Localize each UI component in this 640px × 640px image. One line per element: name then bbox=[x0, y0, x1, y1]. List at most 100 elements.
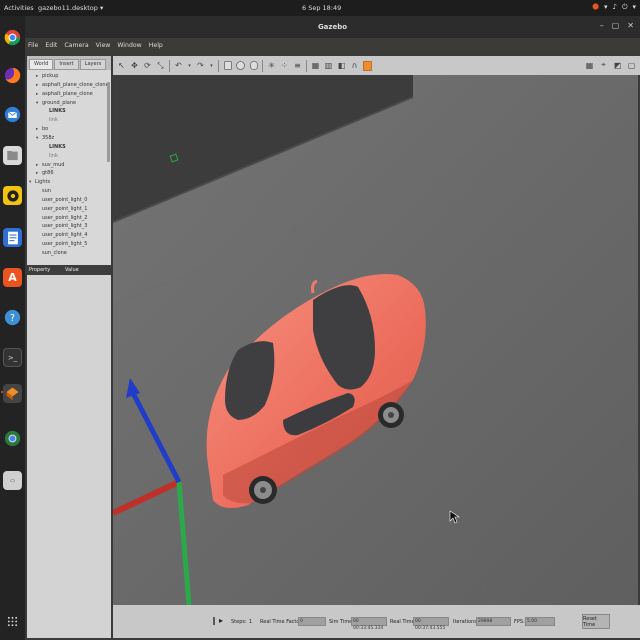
chrome-icon-2[interactable] bbox=[3, 429, 22, 448]
thunderbird-icon[interactable] bbox=[3, 105, 22, 124]
tree-item[interactable]: LINKS bbox=[43, 107, 66, 115]
world-tree[interactable]: ▸ pickup ▸ asphalt_plane_clone_clone ▸ asphal… bbox=[27, 70, 111, 265]
menu-view[interactable]: View bbox=[96, 42, 111, 49]
tree-item[interactable]: ▸ asphalt_plane_clone bbox=[36, 90, 93, 98]
menu-bar: File Edit Camera View Window Help bbox=[25, 38, 640, 52]
plot-icon[interactable]: ◩ bbox=[613, 60, 622, 70]
tree-item[interactable]: link bbox=[43, 152, 58, 160]
tree-item[interactable]: user_point_light_1 bbox=[36, 205, 87, 213]
tray-icon-3[interactable]: ⏻ bbox=[622, 3, 628, 12]
clock[interactable]: 6 Sep 18:49 bbox=[302, 4, 341, 12]
tree-item[interactable]: ▸ bo bbox=[36, 125, 48, 133]
menu-help[interactable]: Help bbox=[149, 42, 163, 49]
change-view-icon[interactable] bbox=[363, 60, 372, 71]
cylinder-shape-icon[interactable] bbox=[249, 61, 258, 71]
close-button[interactable]: ✕ bbox=[627, 21, 634, 30]
video-record-icon[interactable]: ▢ bbox=[627, 60, 636, 70]
select-mode-icon[interactable]: ↖ bbox=[117, 61, 126, 71]
tree-item[interactable]: user_point_light_0 bbox=[36, 196, 87, 204]
terminal-icon[interactable]: >_ bbox=[3, 348, 22, 367]
tray-icon-1[interactable]: ▾ bbox=[604, 3, 608, 12]
help-icon[interactable]: ? bbox=[3, 308, 22, 327]
tree-item-label: link bbox=[49, 152, 58, 159]
screenshot-icon[interactable]: ▦ bbox=[585, 60, 594, 70]
disk-icon[interactable]: ▭ bbox=[3, 471, 22, 490]
tree-item[interactable]: ▾ Lights bbox=[29, 178, 50, 186]
writer-icon[interactable] bbox=[3, 228, 22, 247]
rhythmbox-icon[interactable] bbox=[3, 186, 22, 205]
apps-grid-icon[interactable] bbox=[3, 612, 22, 631]
maximize-button[interactable]: ▢ bbox=[612, 21, 620, 30]
gazebo-icon[interactable] bbox=[3, 384, 22, 403]
menu-edit[interactable]: Edit bbox=[45, 42, 57, 49]
rotate-mode-icon[interactable]: ⟳ bbox=[143, 61, 152, 71]
minimize-button[interactable]: – bbox=[600, 21, 604, 30]
tray-icon-2[interactable]: ♪ bbox=[612, 3, 616, 12]
tree-item[interactable]: ▸ suv_mud bbox=[36, 161, 64, 169]
sphere-shape-icon[interactable] bbox=[236, 61, 245, 71]
menu-camera[interactable]: Camera bbox=[64, 42, 88, 49]
app-center-icon[interactable]: A bbox=[3, 268, 22, 287]
copy-icon[interactable]: ▦ bbox=[311, 61, 320, 71]
tree-scrollbar[interactable] bbox=[107, 82, 110, 162]
scene-render bbox=[113, 75, 638, 605]
redo-dropdown-icon[interactable]: ▾ bbox=[209, 61, 214, 71]
tree-item[interactable]: user_point_light_5 bbox=[36, 240, 87, 248]
play-pause-icon[interactable]: ‖ bbox=[212, 616, 216, 625]
box-shape-icon[interactable] bbox=[223, 61, 232, 71]
tab-world[interactable]: World bbox=[29, 59, 54, 70]
tree-item[interactable]: sun_clone bbox=[36, 249, 67, 257]
scene-viewport[interactable] bbox=[113, 75, 638, 605]
tree-item-label: pickup bbox=[42, 73, 59, 79]
tree-item-label: bo bbox=[42, 126, 49, 133]
point-light-icon[interactable]: ✳ bbox=[267, 61, 276, 71]
tray-icon-0[interactable]: ⬤ bbox=[592, 3, 599, 12]
tree-item[interactable]: ▸ gt86 bbox=[36, 169, 54, 177]
tree-item[interactable]: user_point_light_3 bbox=[36, 222, 87, 230]
property-column: Property bbox=[29, 267, 51, 273]
app-menu[interactable]: gazebo11.desktop ▾ bbox=[38, 4, 103, 12]
tree-item[interactable]: ▾ ground_plane bbox=[36, 99, 76, 107]
tree-item-label: asphalt_plane_clone_clone bbox=[42, 81, 109, 88]
iterations-value: 29898 bbox=[476, 617, 511, 626]
tree-item[interactable]: link bbox=[43, 116, 58, 124]
tree-item-label: suv_mud bbox=[42, 161, 65, 168]
menu-window[interactable]: Window bbox=[117, 42, 141, 49]
dock: A ? >_ ▭ bbox=[0, 16, 25, 640]
tree-item[interactable]: ▾ 358z bbox=[36, 134, 54, 142]
reset-time-button[interactable]: Reset Time bbox=[582, 614, 610, 629]
align-icon[interactable]: ◧ bbox=[337, 61, 346, 71]
activities-button[interactable]: Activities bbox=[4, 4, 34, 12]
translate-mode-icon[interactable]: ✥ bbox=[130, 61, 139, 71]
firefox-icon[interactable] bbox=[3, 66, 22, 85]
menu-file[interactable]: File bbox=[28, 42, 38, 49]
tree-item[interactable]: user_point_light_2 bbox=[36, 214, 87, 222]
undo-icon[interactable]: ↶ bbox=[174, 61, 183, 71]
scale-mode-icon[interactable]: ⤡ bbox=[156, 61, 165, 71]
undo-dropdown-icon[interactable]: ▾ bbox=[187, 61, 192, 71]
svg-text:?: ? bbox=[10, 313, 15, 324]
tree-item[interactable]: sun bbox=[36, 187, 51, 195]
directional-light-icon[interactable]: ≡ bbox=[293, 61, 302, 71]
tab-insert[interactable]: Insert bbox=[54, 59, 79, 70]
log-icon[interactable]: ⌖ bbox=[599, 60, 608, 70]
tree-item[interactable]: ▸ pickup bbox=[36, 72, 58, 80]
system-tray[interactable]: ⬤ ▾ ♪ ⏻ ▾ bbox=[592, 3, 636, 12]
tray-icon-4[interactable]: ▾ bbox=[632, 3, 636, 12]
paste-icon[interactable]: ▥ bbox=[324, 61, 333, 71]
property-list bbox=[27, 275, 111, 638]
snap-icon[interactable]: ∩ bbox=[350, 61, 359, 71]
spot-light-icon[interactable]: ⁘ bbox=[280, 61, 289, 71]
tree-item[interactable]: LINKS bbox=[43, 143, 66, 151]
chrome-icon[interactable] bbox=[3, 28, 22, 47]
tree-item-label: sun bbox=[42, 188, 51, 195]
tree-item[interactable]: ▸ asphalt_plane_clone_clone bbox=[36, 81, 109, 89]
window-titlebar[interactable]: Gazebo – ▢ ✕ bbox=[25, 16, 640, 38]
step-icon[interactable]: ▸ bbox=[219, 616, 223, 625]
files-icon[interactable] bbox=[3, 146, 22, 165]
tree-item[interactable]: user_point_light_4 bbox=[36, 231, 87, 239]
panel-tabs: World Insert Layers bbox=[27, 56, 111, 70]
tab-layers[interactable]: Layers bbox=[79, 59, 107, 70]
redo-icon[interactable]: ↷ bbox=[196, 61, 205, 71]
steps-value[interactable]: 1 bbox=[249, 619, 252, 625]
